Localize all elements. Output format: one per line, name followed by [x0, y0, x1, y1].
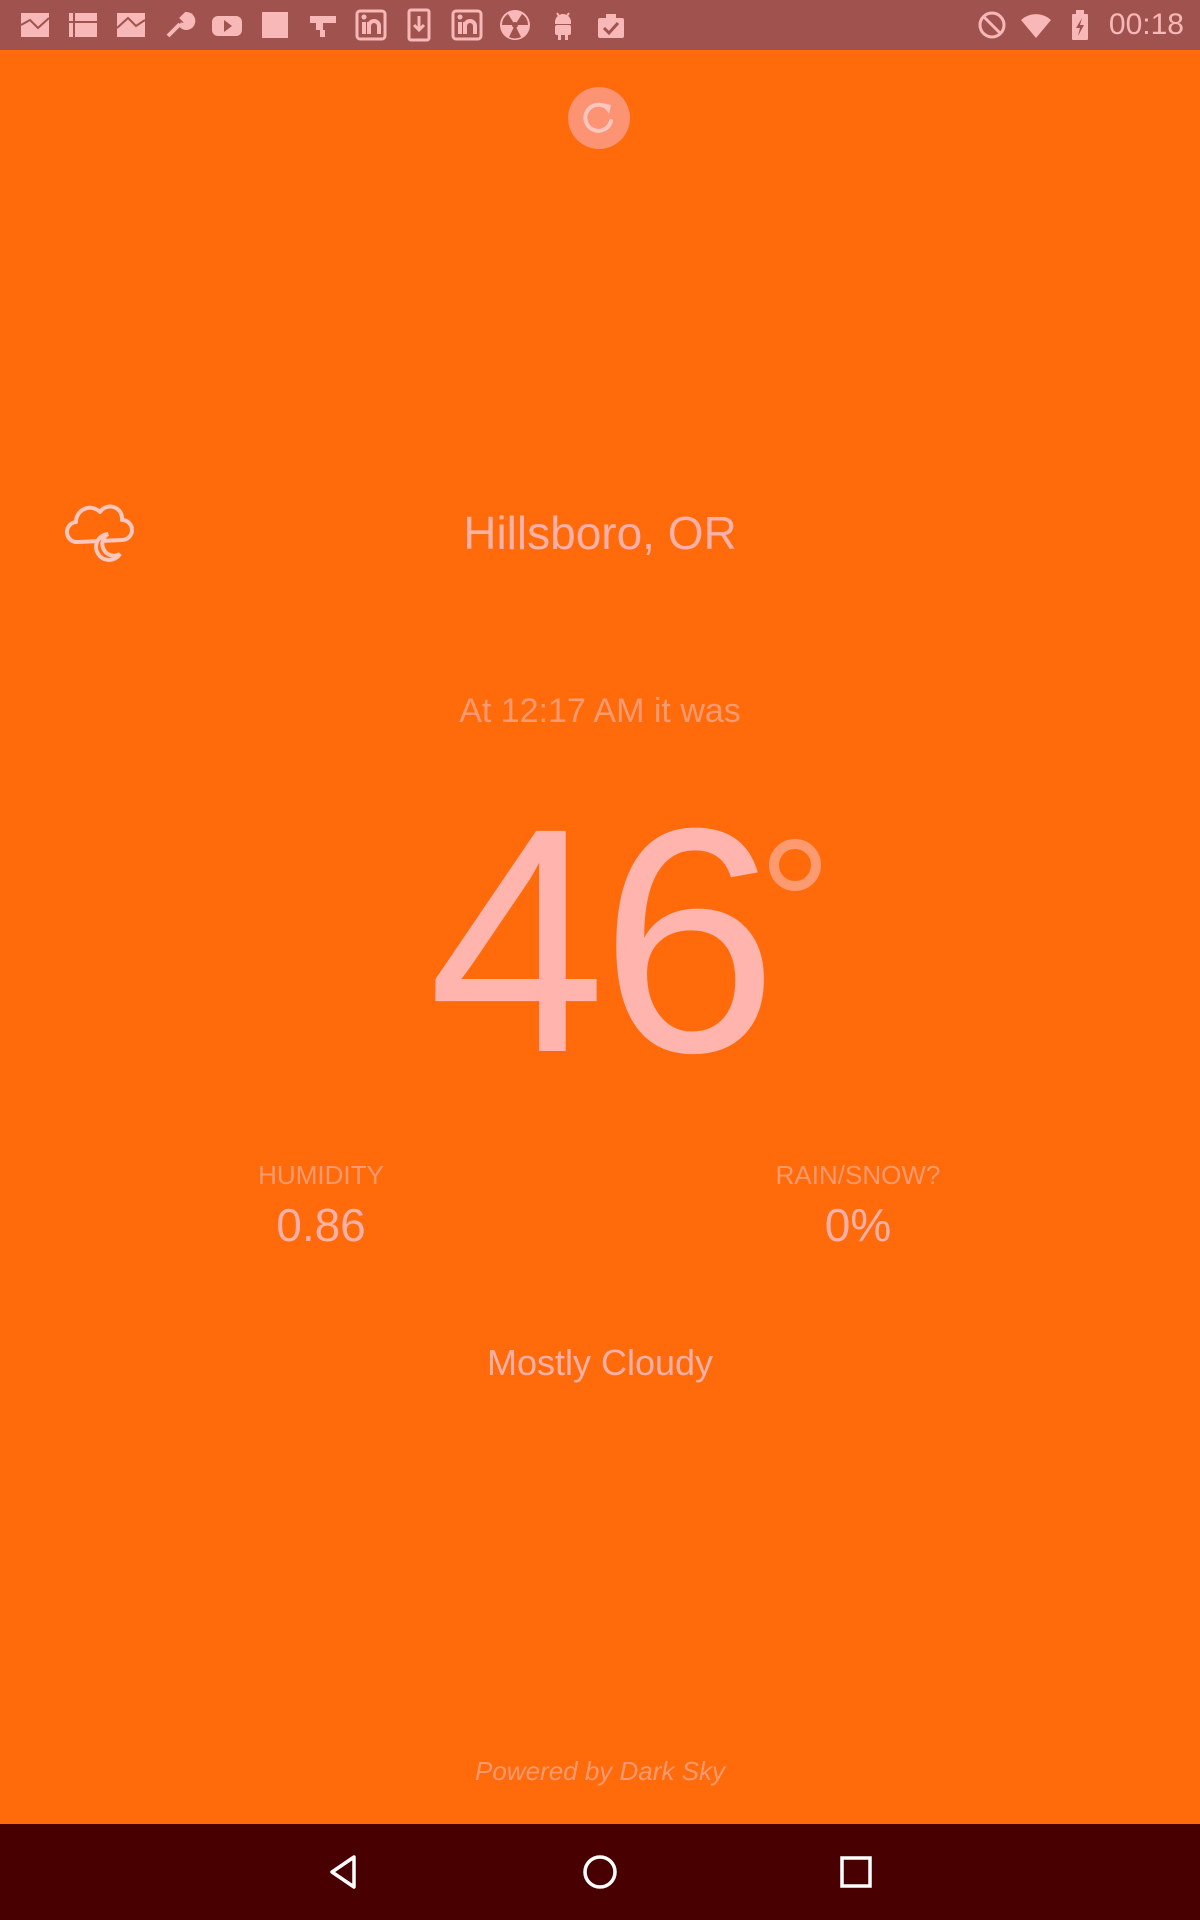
- time-label: At 12:17 AM it was: [459, 692, 741, 730]
- humidity-label: HUMIDITY: [258, 1160, 384, 1190]
- humidity-value: 0.86: [276, 1199, 366, 1251]
- recents-icon: [840, 1856, 872, 1888]
- wrench-icon: [166, 12, 196, 38]
- notification-icons: [18, 8, 642, 42]
- clipboard-check-icon: [598, 14, 624, 38]
- linkedin-icon: [355, 9, 387, 41]
- location-label: Hillsboro, OR: [463, 507, 737, 559]
- radiation-icon: [500, 10, 530, 40]
- youtube-icon: [212, 16, 242, 36]
- weather-screen: 00:18 Hillsboro, OR At 12:17 AM it was 4…: [0, 0, 1200, 1920]
- precip-label: RAIN/SNOW?: [775, 1160, 941, 1190]
- home-button[interactable]: [570, 1842, 630, 1902]
- back-icon: [330, 1855, 356, 1889]
- refresh-button[interactable]: [568, 87, 630, 149]
- wifi-icon: [1020, 14, 1051, 38]
- navigation-bar: [0, 1824, 1200, 1920]
- temperature-value: 46: [428, 761, 778, 1119]
- degree-icon: [769, 839, 821, 891]
- photo-collage-icon: [69, 13, 97, 37]
- battery-charging-icon: [1071, 10, 1088, 40]
- back-button[interactable]: [314, 1842, 374, 1902]
- recents-button[interactable]: [826, 1842, 886, 1902]
- weather-summary: Mostly Cloudy: [486, 1342, 714, 1383]
- photo-collage-icon: [116, 13, 146, 37]
- status-bar: 00:18: [0, 0, 1200, 50]
- photo-collage-icon: [20, 13, 50, 37]
- download-icon: [407, 8, 431, 42]
- temperature-display: 46: [0, 761, 1200, 1119]
- status-time: 00:18: [1108, 8, 1184, 41]
- attribution-link[interactable]: Powered by Dark Sky: [0, 1756, 1200, 1787]
- system-status: 00:18: [965, 8, 1184, 42]
- square-icon: [262, 12, 288, 38]
- precip-value: 0%: [824, 1199, 892, 1251]
- android-icon: [555, 12, 571, 40]
- linkedin-icon: [451, 9, 483, 41]
- tool-icon: [310, 16, 336, 37]
- refresh-icon: [583, 102, 613, 133]
- do-not-disturb-icon: [978, 11, 1006, 39]
- home-icon: [583, 1855, 617, 1889]
